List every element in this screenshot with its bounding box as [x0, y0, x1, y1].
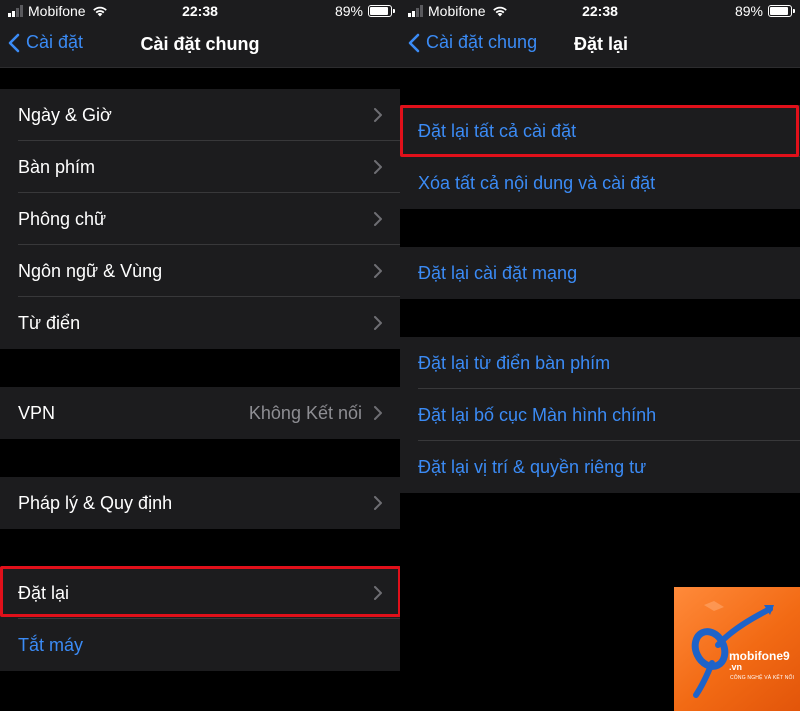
settings-row-keyboard[interactable]: Bàn phím — [0, 141, 400, 193]
battery-percent: 89% — [334, 3, 363, 19]
row-label: Ngôn ngữ & Vùng — [18, 260, 163, 281]
general-settings-screen: Mobifone 22:38 89% Cài đặt Cài đặt chung… — [0, 0, 400, 711]
row-label: Xóa tất cả nội dung và cài đặt — [418, 172, 656, 193]
row-label: Từ điển — [18, 312, 81, 333]
battery-percent: 89% — [734, 3, 763, 19]
settings-group-legal: Pháp lý & Quy định — [0, 477, 400, 529]
row-label: Bàn phím — [18, 156, 96, 177]
row-label: Phông chữ — [18, 208, 107, 229]
reset-all-settings-button[interactable]: Đặt lại tất cả cài đặt — [400, 105, 800, 157]
reset-location-privacy-button[interactable]: Đặt lại vị trí & quyền riêng tư — [400, 441, 800, 493]
row-label: Đặt lại cài đặt mạng — [418, 262, 578, 283]
navigation-bar: Cài đặt Cài đặt chung — [0, 24, 400, 68]
reset-group-network: Đặt lại cài đặt mạng — [400, 247, 800, 299]
chevron-right-icon — [374, 160, 382, 174]
back-button[interactable]: Cài đặt chung — [408, 32, 537, 53]
row-label: Ngày & Giờ — [18, 104, 112, 125]
battery-icon — [768, 5, 795, 17]
settings-row-dictionary[interactable]: Từ điển — [0, 297, 400, 349]
settings-row-shutdown[interactable]: Tắt máy — [0, 619, 400, 671]
chevron-right-icon — [374, 212, 382, 226]
chevron-right-icon — [374, 586, 382, 600]
row-label: Đặt lại bố cục Màn hình chính — [418, 404, 657, 425]
status-bar: Mobifone 22:38 89% — [400, 0, 800, 24]
settings-group-vpn: VPN Không Kết nối — [0, 387, 400, 439]
row-label: Đặt lại vị trí & quyền riêng tư — [418, 456, 647, 477]
chevron-left-icon — [408, 33, 420, 52]
battery-status: 89% — [334, 3, 395, 19]
chevron-right-icon — [374, 316, 382, 330]
logo-brand-text: mobifone9 .vn — [729, 649, 790, 672]
battery-status: 89% — [734, 3, 795, 19]
logo-tagline: CÔNG NGHỆ VÀ KẾT NỐI — [730, 675, 795, 681]
settings-row-reset[interactable]: Đặt lại — [0, 567, 400, 619]
erase-all-content-button[interactable]: Xóa tất cả nội dung và cài đặt — [400, 157, 800, 209]
chevron-right-icon — [374, 108, 382, 122]
reset-group-all: Đặt lại tất cả cài đặt Xóa tất cả nội du… — [400, 105, 800, 209]
back-label: Cài đặt chung — [426, 32, 538, 52]
chevron-right-icon — [374, 496, 382, 510]
battery-icon — [368, 5, 395, 17]
settings-group-general: Ngày & Giờ Bàn phím Phông chữ Ngôn ngữ &… — [0, 89, 400, 349]
settings-row-date-time[interactable]: Ngày & Giờ — [0, 89, 400, 141]
reset-network-settings-button[interactable]: Đặt lại cài đặt mạng — [400, 247, 800, 299]
row-label: VPN — [18, 402, 56, 423]
settings-row-legal[interactable]: Pháp lý & Quy định — [0, 477, 400, 529]
settings-group-reset: Đặt lại Tắt máy — [0, 567, 400, 671]
status-bar: Mobifone 22:38 89% — [0, 0, 400, 24]
settings-row-fonts[interactable]: Phông chữ — [0, 193, 400, 245]
row-label: Pháp lý & Quy định — [18, 492, 173, 513]
row-label: Đặt lại — [18, 582, 70, 603]
settings-row-vpn[interactable]: VPN Không Kết nối — [0, 387, 400, 439]
navigation-bar: Cài đặt chung Đặt lại — [400, 24, 800, 68]
vpn-status-value: Không Kết nối — [248, 402, 362, 423]
page-title: Cài đặt chung — [140, 34, 260, 54]
row-label: Tắt máy — [18, 634, 84, 655]
chevron-right-icon — [374, 406, 382, 420]
reset-home-screen-layout-button[interactable]: Đặt lại bố cục Màn hình chính — [400, 389, 800, 441]
chevron-right-icon — [374, 264, 382, 278]
reset-group-other: Đặt lại từ điển bàn phím Đặt lại bố cục … — [400, 337, 800, 493]
settings-row-language-region[interactable]: Ngôn ngữ & Vùng — [0, 245, 400, 297]
page-title: Đặt lại — [574, 34, 629, 54]
row-label: Đặt lại tất cả cài đặt — [418, 120, 577, 141]
reset-keyboard-dictionary-button[interactable]: Đặt lại từ điển bàn phím — [400, 337, 800, 389]
mobifone9-watermark-logo: mobifone9 .vn CÔNG NGHỆ VÀ KẾT NỐI — [674, 587, 800, 711]
row-label: Đặt lại từ điển bàn phím — [418, 352, 611, 373]
